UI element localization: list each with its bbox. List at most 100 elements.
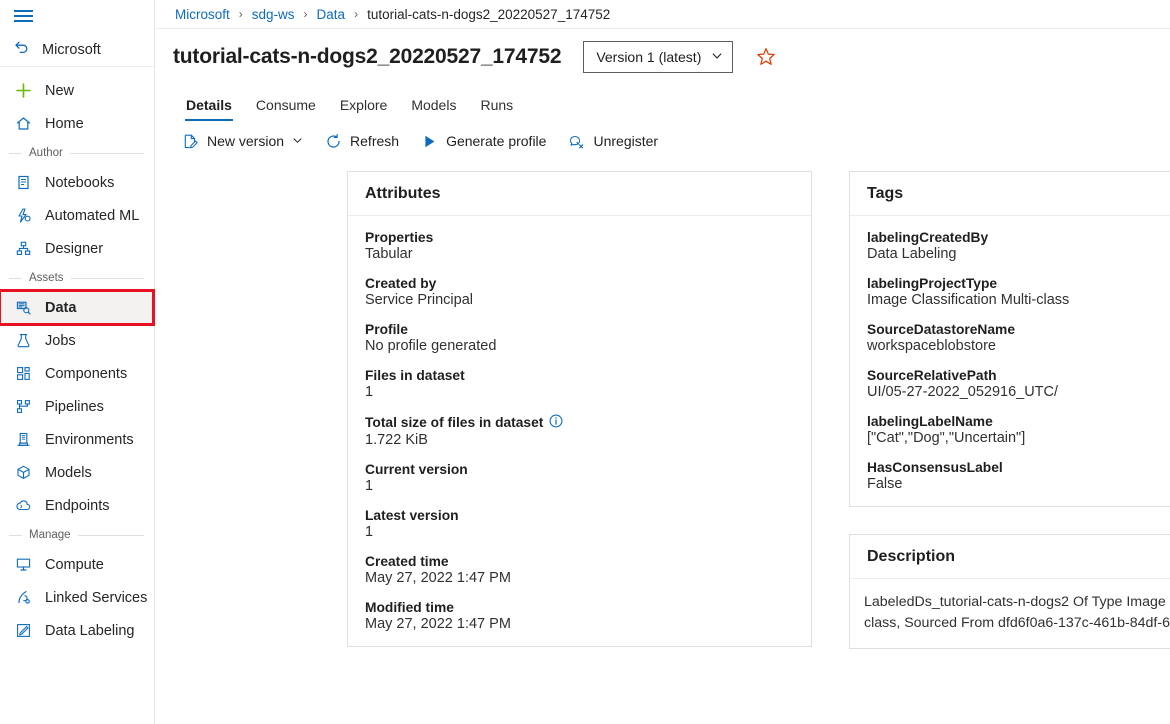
tab-details[interactable]: Details [174,98,244,121]
tab-consume[interactable]: Consume [244,98,328,121]
attribute-value: May 27, 2022 1:47 PM [365,570,794,586]
sidebar-item-data-labeling[interactable]: Data Labeling [0,614,154,647]
compute-icon [14,555,33,574]
sidebar-item-label: Pipelines [45,399,104,415]
attributes-card-body: Properties Tabular Created by Service Pr… [348,216,811,646]
sidebar-item-label: Environments [45,432,134,448]
description-card-header: Description [850,535,1170,579]
breadcrumb-item-workspace[interactable]: sdg-ws [252,7,295,22]
attribute-row: Properties Tabular [365,230,794,262]
sidebar-item-label: Data Labeling [45,623,135,639]
attribute-row: Total size of files in dataset 1.722 [365,414,794,448]
attribute-label: Created time [365,554,794,569]
attribute-row: Profile No profile generated [365,322,794,354]
attribute-value: Tabular [365,246,794,262]
attribute-row: Current version 1 [365,462,794,494]
sidebar-item-linked-services[interactable]: Linked Services [0,581,154,614]
sidebar-item-jobs[interactable]: Jobs [0,324,154,357]
breadcrumb-item-microsoft[interactable]: Microsoft [175,7,230,22]
sidebar-section-author: Author [0,140,154,166]
sidebar-back-microsoft[interactable]: Microsoft [0,33,154,67]
attribute-label: Current version [365,462,794,477]
sidebar-item-label: Components [45,366,127,382]
environments-icon [14,430,33,449]
tag-value: UI/05-27-2022_052916_UTC/ [867,384,1170,400]
breadcrumb-item-data[interactable]: Data [317,7,346,22]
tag-label: labelingCreatedBy [867,230,1170,245]
tab-bar: Details Consume Explore Models Runs [155,84,1170,121]
unregister-button[interactable]: Unregister [560,125,666,157]
data-labeling-icon [14,621,33,640]
breadcrumb-separator: › [354,7,358,21]
tag-row: labelingCreatedBy Data Labeling [867,230,1170,262]
attribute-row: Latest version 1 [365,508,794,540]
sidebar-item-new[interactable]: New [0,74,154,107]
tags-description-column: Tags labelingCreatedBy Data Labeling [849,171,1170,724]
attribute-value: 1 [365,478,794,494]
sidebar-item-automated-ml[interactable]: Automated ML [0,199,154,232]
attribute-label: Profile [365,322,794,337]
sidebar-item-home[interactable]: Home [0,107,154,140]
models-icon [14,463,33,482]
sidebar-item-pipelines[interactable]: Pipelines [0,390,154,423]
sidebar-item-endpoints[interactable]: Endpoints [0,489,154,522]
tag-label: HasConsensusLabel [867,460,1170,475]
description-title: Description [867,548,955,566]
star-outline-icon [755,46,777,68]
generate-profile-button[interactable]: Generate profile [413,125,554,157]
refresh-icon [325,133,342,150]
tag-row: labelingLabelName ["Cat","Dog","Uncertai… [867,414,1170,446]
tag-value: False [867,476,1170,492]
tag-row: SourceDatastoreName workspaceblobstore [867,322,1170,354]
sidebar-item-models[interactable]: Models [0,456,154,489]
page-title: tutorial-cats-n-dogs2_20220527_174752 [173,45,561,69]
attributes-column: Attributes Properties Tabular Created by… [347,171,812,724]
unregister-icon [568,133,585,150]
global-nav-toggle-icon[interactable] [14,10,33,23]
attribute-row: Files in dataset 1 [365,368,794,400]
sidebar-item-label: New [45,83,74,99]
back-arrow-icon [13,38,31,61]
sidebar-item-notebooks[interactable]: Notebooks [0,166,154,199]
command-bar: New version Refresh Generate p [155,121,1170,161]
details-content: Attributes Properties Tabular Created by… [155,161,1170,724]
attribute-label: Files in dataset [365,368,794,383]
refresh-button[interactable]: Refresh [317,125,407,157]
hamburger-row [0,0,154,33]
sidebar-item-components[interactable]: Components [0,357,154,390]
sidebar-item-data[interactable]: Data [0,291,153,324]
version-dropdown[interactable]: Version 1 (latest) [583,41,733,73]
designer-icon [14,239,33,258]
attribute-value: Service Principal [365,292,794,308]
new-version-button[interactable]: New version [174,125,311,157]
tab-explore[interactable]: Explore [328,98,399,121]
sidebar-item-environments[interactable]: Environments [0,423,154,456]
info-icon[interactable] [549,414,563,431]
tab-models[interactable]: Models [399,98,468,121]
breadcrumb-item-current: tutorial-cats-n-dogs2_20220527_174752 [367,7,610,22]
attribute-label: Created by [365,276,794,291]
tags-card-body: labelingCreatedBy Data Labeling labeling… [850,216,1170,506]
sidebar-section-label: Assets [29,272,64,284]
tag-label: labelingLabelName [867,414,1170,429]
plus-icon [14,81,33,100]
chevron-down-icon [711,49,723,65]
sidebar-item-label: Models [45,465,92,481]
description-text: LabeledDs_tutorial-cats-n-dogs2 Of Type … [850,579,1170,648]
attribute-value: 1 [365,524,794,540]
tag-row: HasConsensusLabel False [867,460,1170,492]
breadcrumb-separator: › [239,7,243,21]
components-icon [14,364,33,383]
sidebar-item-designer[interactable]: Designer [0,232,154,265]
tag-value: Image Classification Multi-class [867,292,1170,308]
favorite-button[interactable] [755,46,777,68]
attributes-title: Attributes [365,185,441,203]
tags-title: Tags [867,185,903,203]
tag-value: ["Cat","Dog","Uncertain"] [867,430,1170,446]
sidebar-item-compute[interactable]: Compute [0,548,154,581]
main-area: Microsoft › sdg-ws › Data › tutorial-cat… [155,0,1170,724]
data-icon [14,298,33,317]
tab-runs[interactable]: Runs [468,98,525,121]
title-row: tutorial-cats-n-dogs2_20220527_174752 Ve… [155,29,1170,84]
tag-row: labelingProjectType Image Classification… [867,276,1170,308]
